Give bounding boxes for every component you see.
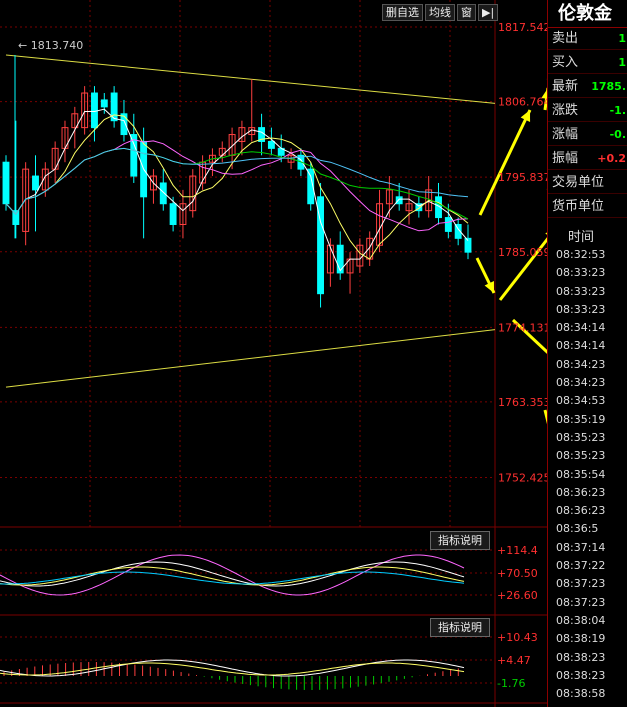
- time-item: 08:37:14: [556, 540, 606, 554]
- time-item: 08:33:23: [556, 284, 606, 298]
- time-item: 08:33:23: [556, 302, 606, 316]
- price-tick: 1763.353: [498, 396, 551, 409]
- time-item: 08:36:23: [556, 485, 606, 499]
- price-tick: 1817.542: [498, 21, 551, 34]
- time-item: 08:34:23: [556, 357, 606, 371]
- time-item: 08:32:53: [556, 248, 606, 261]
- high-price-label: ← 1813.740: [18, 39, 83, 52]
- candle-body: [12, 210, 20, 225]
- quote-row: 最新 1785.: [548, 76, 627, 98]
- time-item: 08:38:23: [556, 668, 606, 682]
- quote-row: 振幅 +0.2: [548, 148, 627, 170]
- indicator-tick: +70.50: [497, 567, 538, 580]
- indicator-tick: +10.43: [497, 631, 538, 644]
- indicator-panel-1: +114.4 +70.50 +26.60: [0, 544, 538, 602]
- indicator-tick: -1.76: [497, 677, 525, 690]
- time-item: 08:36:23: [556, 504, 606, 518]
- time-item: 08:37:22: [556, 559, 606, 573]
- window-button[interactable]: 窗: [457, 4, 476, 21]
- price-tick: 1774.131: [498, 321, 551, 334]
- quote-value: -1.: [609, 104, 626, 117]
- time-list[interactable]: 08:32:53 08:33:23 08:33:23 08:33:23 08:34:14…: [556, 246, 605, 703]
- delete-favorite-button[interactable]: 删自选: [382, 4, 423, 21]
- indicator-panel-2: +10.43 +4.47 -1.76: [0, 631, 538, 690]
- price-tick: 1795.837: [498, 171, 551, 184]
- candle-body: [32, 175, 39, 191]
- quote-row: 涨幅 -0.: [548, 124, 627, 146]
- quote-label: 涨跌: [552, 103, 579, 118]
- time-item: 08:34:53: [556, 394, 606, 408]
- trendlines: [5, 54, 496, 388]
- quote-label: 货币单位: [552, 199, 605, 214]
- oscillator-line: [0, 554, 465, 596]
- time-item: 08:35:23: [556, 430, 606, 444]
- candlesticks: [2, 79, 472, 308]
- quote-row: 买入 1: [548, 52, 627, 74]
- price-tick: 1806.764: [498, 96, 551, 109]
- time-item: 08:36:5: [556, 522, 599, 536]
- time-item: 08:34:14: [556, 339, 606, 353]
- time-header: 时间: [568, 230, 595, 245]
- quote-panel: 伦敦金 卖出 1 买入 1 最新 1785. 涨跌 -1. 涨幅 -0. 振幅 +0.2 交易单位货币单…: [547, 0, 627, 707]
- time-item: 08:37:23: [556, 577, 606, 591]
- candle-body: [159, 182, 167, 205]
- instrument-title: 伦敦金: [548, 0, 627, 28]
- price-tick: 1752.425: [498, 472, 551, 485]
- indicator-tick: +26.60: [497, 589, 538, 602]
- annotation-arrow: [478, 109, 532, 216]
- time-item: 08:35:19: [556, 412, 606, 426]
- candle-body: [444, 217, 452, 232]
- candle-body: [395, 196, 403, 205]
- time-item: 08:38:58: [556, 687, 606, 701]
- quote-value: 1785.: [591, 80, 626, 93]
- quote-row: 涨跌 -1.: [548, 100, 627, 122]
- time-item: 08:38:19: [556, 632, 606, 646]
- indicator-tick: +114.4: [497, 544, 538, 557]
- quote-value: +0.2: [597, 152, 626, 165]
- candle-body: [120, 113, 128, 136]
- quote-value: -0.: [609, 128, 626, 141]
- time-item: 08:38:04: [556, 613, 606, 627]
- candle-body: [267, 140, 275, 149]
- kline-chart[interactable]: +114.4 +70.50 +26.60 +10.43 +4.47 -1.76 1817…: [0, 0, 627, 707]
- candle-body: [2, 161, 10, 205]
- indicator-help-button-2[interactable]: 指标说明: [430, 618, 490, 637]
- moving-average-button[interactable]: 均线: [425, 4, 455, 21]
- quote-label: 最新: [552, 79, 579, 94]
- quote-value: 1: [618, 32, 626, 45]
- quote-label: 卖出: [552, 31, 579, 46]
- trendline: [5, 54, 496, 104]
- price-axis: 1817.542 1806.764 1795.837 1785.059 1774.131…: [498, 21, 551, 485]
- indicator-help-button-1[interactable]: 指标说明: [430, 531, 490, 550]
- time-item: 08:35:23: [556, 449, 606, 463]
- quote-label: 买入: [552, 55, 579, 70]
- trendline: [5, 329, 496, 388]
- time-item: 08:37:23: [556, 595, 606, 609]
- candle-body: [91, 92, 98, 129]
- candle-body: [100, 99, 108, 108]
- quote-value: 1: [618, 56, 626, 69]
- quote-row: 货币单位: [548, 196, 627, 218]
- time-item: 08:33:23: [556, 266, 606, 280]
- indicator-tick: +4.47: [497, 654, 531, 667]
- macd-line: [0, 659, 465, 677]
- time-item: 08:38:23: [556, 650, 606, 664]
- quote-label: 交易单位: [552, 175, 605, 190]
- price-tick: 1785.059: [498, 246, 551, 259]
- time-item: 08:35:54: [556, 467, 606, 481]
- time-item: 08:34:14: [556, 321, 606, 335]
- quote-label: 振幅: [552, 151, 579, 166]
- play-icon[interactable]: ▶|: [478, 4, 499, 21]
- quote-label: 涨幅: [552, 127, 579, 142]
- chart-toolbar: 删自选 均线 窗 ▶|: [382, 4, 499, 21]
- quote-row: 交易单位: [548, 172, 627, 194]
- candle-body: [169, 203, 177, 225]
- time-item: 08:34:23: [556, 376, 606, 390]
- quote-row: 卖出 1: [548, 28, 627, 50]
